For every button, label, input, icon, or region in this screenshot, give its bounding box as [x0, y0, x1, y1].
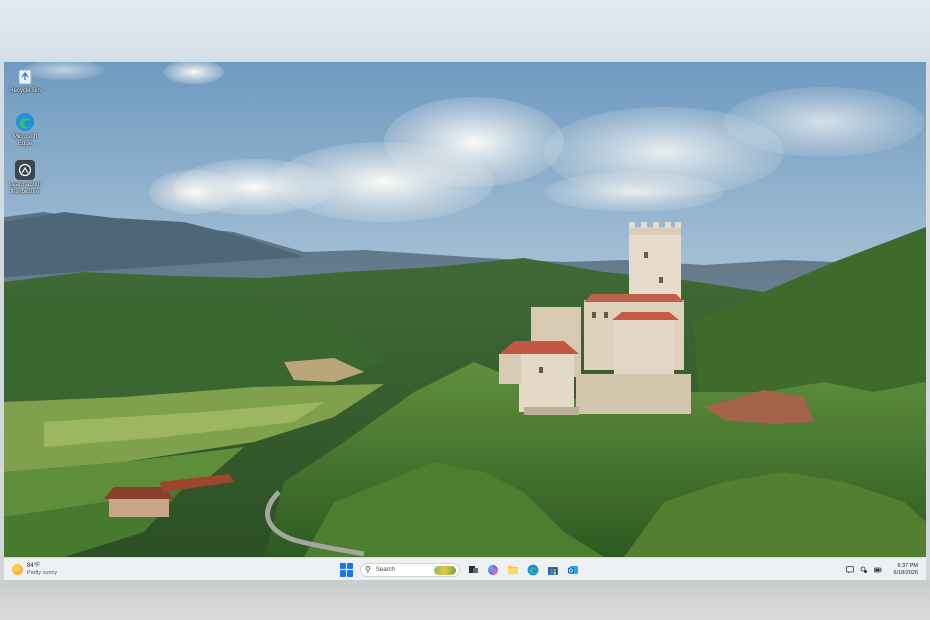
desktop-icon-recycle-bin[interactable]: Recycle Bin — [6, 66, 44, 95]
outlook-icon[interactable] — [566, 563, 580, 577]
background-frame-bottom — [0, 580, 930, 620]
clock-date: 6/18/2026 — [893, 569, 918, 576]
desktop-icon-learn-about-this-picture[interactable]: Learn about this picture — [6, 160, 44, 196]
taskbar: 84°F Partly sunny ⚲ Search 6:37 PM 6/18/… — [4, 557, 926, 581]
learn-picture-icon — [15, 160, 35, 180]
search-highlight-icon — [434, 565, 456, 575]
desktop-icon-label: Recycle Bin — [9, 88, 41, 94]
weather-widget[interactable]: 84°F Partly sunny — [12, 561, 57, 578]
file-explorer-icon[interactable] — [506, 563, 520, 577]
desktop-icon-label: Learn about this picture — [8, 182, 42, 195]
weather-condition: Partly sunny — [27, 569, 58, 576]
clock[interactable]: 6:37 PM 6/18/2026 — [894, 563, 918, 577]
search-placeholder: Search — [375, 566, 395, 573]
background-frame-top — [0, 0, 930, 62]
clock-time: 6:37 PM — [897, 562, 918, 569]
edge-icon[interactable] — [526, 563, 540, 577]
chat-icon[interactable] — [845, 565, 854, 574]
desktop[interactable]: Recycle Bin Microsoft Edge Learn about t… — [4, 62, 926, 557]
weather-temp: 84°F — [27, 562, 40, 569]
desktop-icon-label: Microsoft Edge — [12, 134, 38, 147]
copilot-icon[interactable] — [486, 563, 500, 577]
system-tray: 6:37 PM 6/18/2026 — [845, 560, 918, 579]
search-icon: ⚲ — [365, 565, 371, 574]
desktop-icon-edge[interactable]: Microsoft Edge — [6, 112, 44, 148]
search-box[interactable]: ⚲ Search — [360, 562, 460, 577]
wallpaper-castle-landscape — [4, 62, 926, 557]
sun-icon — [12, 564, 23, 575]
taskbar-center: ⚲ Search — [340, 560, 580, 579]
task-view-icon[interactable] — [466, 563, 480, 577]
microsoft-store-icon[interactable] — [546, 563, 560, 577]
battery-icon[interactable] — [873, 566, 882, 574]
recycle-bin-icon — [15, 66, 35, 86]
edge-icon — [15, 112, 35, 132]
start-button[interactable] — [340, 562, 354, 577]
network-icon[interactable] — [860, 566, 868, 574]
